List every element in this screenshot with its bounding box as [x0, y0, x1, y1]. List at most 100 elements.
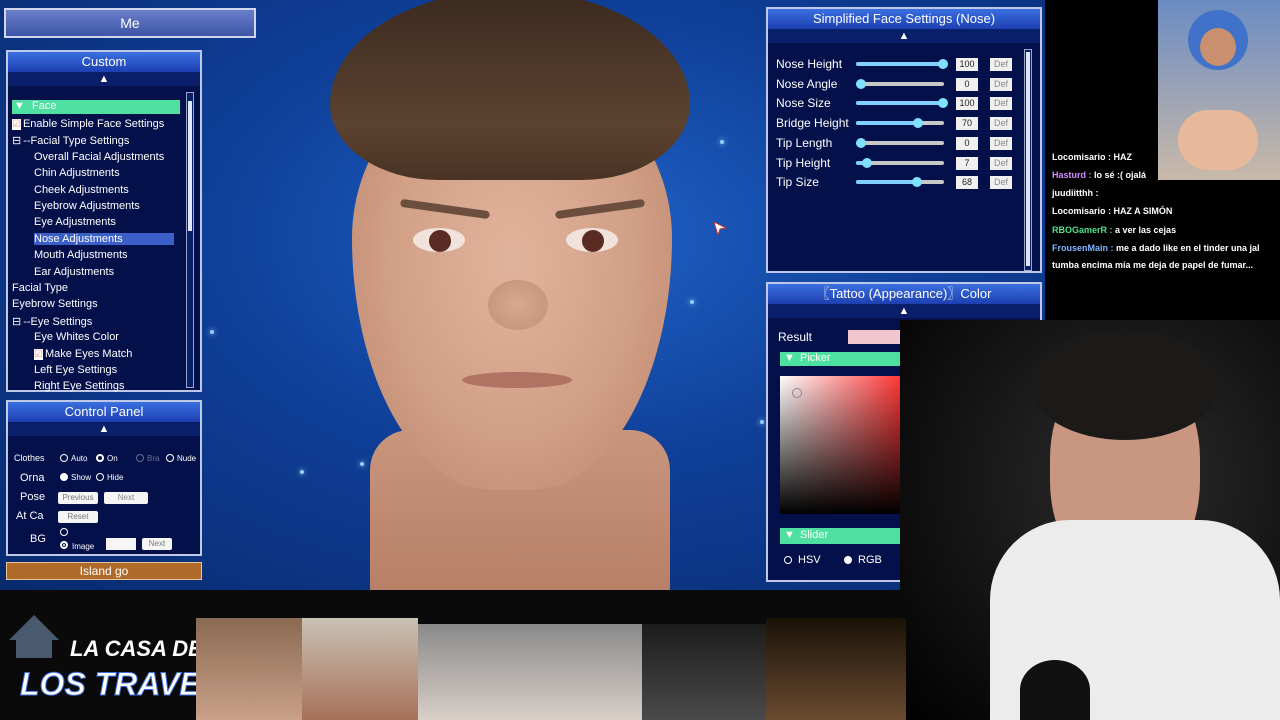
tattoo-scroll-up-icon[interactable]: ▲	[768, 304, 1040, 318]
tree-item[interactable]: Ear Adjustments	[34, 266, 114, 278]
slider-track[interactable]	[856, 59, 948, 69]
slider-track[interactable]	[856, 177, 944, 188]
pose-next-button[interactable]: Next	[104, 492, 148, 504]
checkbox-icon[interactable]: ☑	[12, 119, 21, 130]
orna-option-label: Hide	[107, 473, 124, 482]
slider-thumb[interactable]	[856, 78, 866, 89]
tree-item[interactable]: Cheek Adjustments	[34, 184, 129, 196]
tree-item[interactable]: Right Eye Settings	[34, 380, 125, 392]
tree-item[interactable]: Eye Whites Color	[34, 331, 119, 343]
result-label: Result	[778, 330, 813, 344]
picker-label: Picker	[800, 352, 831, 364]
slider-track[interactable]	[856, 157, 944, 168]
thumbnail-1	[196, 618, 302, 720]
checkbox-icon[interactable]: ☑	[34, 348, 43, 360]
slider-label: Slider	[800, 529, 829, 541]
clothes-radio[interactable]	[96, 454, 104, 462]
clothes-option-label: Nude	[177, 454, 197, 463]
tree-item-label: --Facial Type Settings	[23, 135, 130, 148]
slider-thumb[interactable]	[938, 59, 948, 69]
atca-reset-button[interactable]: Reset	[58, 511, 98, 523]
slider-thumb[interactable]	[911, 177, 922, 188]
tree-item-label: Facial Type	[12, 282, 69, 294]
slider-default-button[interactable]: Def	[990, 77, 1012, 91]
tree-item-label: Cheek Adjustments	[34, 183, 129, 196]
tree-item[interactable]: Eyebrow Adjustments	[34, 200, 140, 212]
hsv-label: HSV	[798, 554, 821, 566]
custom-scrollbar-thumb[interactable]	[188, 101, 192, 231]
slider-value-field[interactable]: 100	[956, 97, 978, 111]
slider-default-button[interactable]: Def	[990, 156, 1012, 170]
slider-thumb[interactable]	[938, 98, 948, 109]
slider-default-button[interactable]: Def	[990, 176, 1012, 190]
slider-default-button[interactable]: Def	[990, 117, 1012, 131]
orna-radio[interactable]	[60, 473, 68, 481]
bg-image-field[interactable]	[106, 538, 136, 550]
bg-image-label: Image	[72, 542, 95, 551]
clothes-radio[interactable]	[166, 454, 174, 462]
slider-default-button[interactable]: Def	[990, 58, 1012, 71]
collapse-icon[interactable]: ⊟	[12, 135, 21, 147]
slider-thumb[interactable]	[913, 118, 924, 129]
chat-username: RBOGamerR :	[1052, 225, 1116, 235]
tree-item[interactable]: Eyebrow Settings	[12, 298, 98, 310]
hsv-radio[interactable]	[784, 556, 792, 564]
tree-item[interactable]: Nose Adjustments	[34, 232, 174, 245]
scroll-up-icon[interactable]: ▲	[8, 72, 200, 86]
bg-label: BG	[30, 533, 46, 545]
slider-thumb[interactable]	[856, 137, 866, 148]
tree-item[interactable]: ⊟ --Eye Settings	[12, 315, 92, 328]
slider-label: Tip Length	[776, 135, 833, 150]
guest-face	[1200, 28, 1236, 66]
streamer-hair	[1030, 330, 1220, 440]
nose-scrollbar-thumb[interactable]	[1026, 52, 1030, 266]
rgb-radio[interactable]	[844, 556, 852, 564]
clothes-label: Clothes	[14, 453, 45, 463]
slider-value-field[interactable]: 68	[956, 176, 978, 190]
slider-track[interactable]	[856, 98, 948, 109]
slider-default-button[interactable]: Def	[990, 136, 1012, 150]
slider-fill	[856, 62, 944, 66]
orna-radio[interactable]	[96, 473, 104, 481]
slider-value-field[interactable]: 7	[956, 156, 978, 170]
slider-track[interactable]	[856, 137, 944, 148]
control-scroll-up-icon[interactable]: ▲	[8, 422, 200, 436]
bg-radio-image[interactable]	[60, 541, 68, 549]
tree-item-label: Eye Adjustments	[34, 216, 116, 229]
color-picker-square[interactable]	[780, 376, 918, 514]
bg-radio-empty[interactable]	[60, 528, 68, 536]
chat-message: FrousenMain : me a dado like en el tinde…	[1052, 243, 1260, 253]
slider-value-field[interactable]: 70	[956, 117, 978, 131]
chat-message: RBOGamerR : a ver las cejas	[1052, 225, 1176, 235]
slider-value-field[interactable]: 0	[956, 136, 978, 150]
tree-item[interactable]: Mouth Adjustments	[34, 249, 128, 261]
tree-item[interactable]: Left Eye Settings	[34, 364, 117, 376]
slider-default-button[interactable]: Def	[990, 97, 1012, 111]
top-tab-me[interactable]: Me	[4, 8, 256, 38]
nose-scroll-up-icon[interactable]: ▲	[768, 29, 1040, 43]
tree-item[interactable]: Chin Adjustments	[34, 167, 120, 179]
tree-item-label: Eyebrow Settings	[12, 298, 98, 311]
tree-item[interactable]: ☑ Make Eyes Match	[34, 348, 132, 360]
nose-scrollbar[interactable]	[1024, 49, 1032, 271]
slider-label: Bridge Height	[776, 116, 849, 131]
nose-panel-title: Simplified Face Settings (Nose)	[768, 9, 1040, 29]
tree-item[interactable]: Overall Facial Adjustments	[34, 151, 164, 163]
tree-item[interactable]: Facial Type	[12, 282, 68, 294]
tree-item[interactable]: ☑ Enable Simple Face Settings	[12, 118, 164, 130]
slider-value-field[interactable]: 100	[956, 58, 978, 71]
slider-track[interactable]	[856, 118, 944, 129]
tree-item[interactable]: Eye Adjustments	[34, 216, 116, 228]
custom-scrollbar[interactable]	[186, 92, 194, 388]
island-go-button[interactable]: Island go	[6, 562, 202, 580]
slider-track[interactable]	[856, 78, 944, 89]
tree-item[interactable]: ⊟ --Facial Type Settings	[12, 134, 129, 147]
pose-previous-button[interactable]: Previous	[58, 492, 98, 504]
bg-next-button[interactable]: Next	[142, 538, 172, 550]
clothes-radio[interactable]	[60, 454, 68, 462]
tree-item-face[interactable]: ▼ Face	[12, 100, 180, 114]
clothes-radio[interactable]	[136, 454, 144, 462]
slider-thumb[interactable]	[861, 157, 872, 168]
slider-value-field[interactable]: 0	[956, 77, 978, 91]
collapse-icon[interactable]: ⊟	[12, 316, 21, 328]
